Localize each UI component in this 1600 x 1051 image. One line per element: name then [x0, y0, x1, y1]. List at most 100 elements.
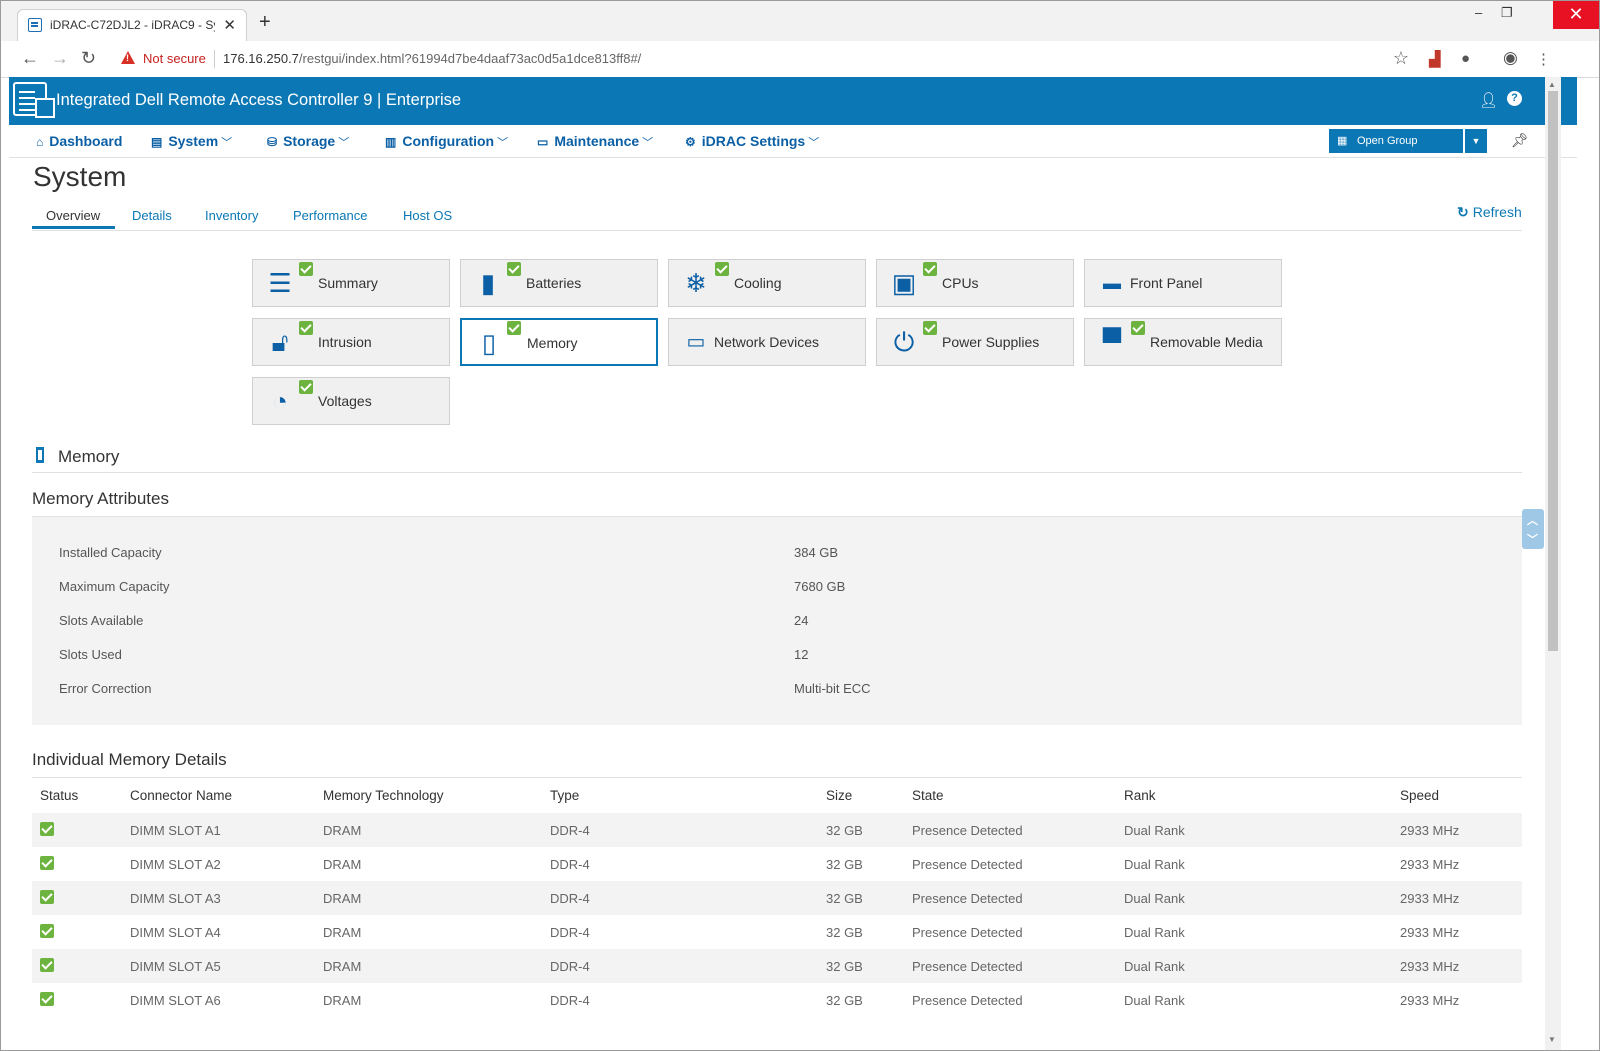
scroll-up-icon[interactable]: ︿	[1527, 512, 1538, 528]
column-header-technology[interactable]: Memory Technology	[323, 788, 444, 803]
attribute-value: Multi-bit ECC	[794, 681, 871, 696]
page-title: System	[33, 161, 127, 192]
nav-storage[interactable]: ⛁ Storage ﹀	[267, 133, 349, 150]
attribute-row: Slots Used 12	[32, 638, 1522, 672]
maximize-button[interactable]: ❐	[1501, 5, 1513, 21]
scroll-down-icon[interactable]: ﹀	[1527, 531, 1538, 547]
connector-cell: DIMM SLOT A6	[130, 993, 221, 1008]
table-row[interactable]: DIMM SLOT A5 DRAM DDR-4 32 GB Presence D…	[32, 949, 1522, 983]
status-ok-icon	[1131, 321, 1145, 335]
attributes-panel: Installed Capacity 384 GB Maximum Capaci…	[32, 516, 1522, 725]
tab-overview[interactable]: Overview	[46, 208, 100, 223]
table-row[interactable]: DIMM SLOT A2 DRAM DDR-4 32 GB Presence D…	[32, 847, 1522, 881]
column-header-type[interactable]: Type	[550, 788, 579, 803]
pin-icon[interactable]: 📌︎	[1511, 132, 1529, 149]
status-ok-icon	[923, 321, 937, 335]
help-icon[interactable]: ?	[1507, 91, 1522, 106]
status-ok-icon	[40, 822, 54, 836]
table-row[interactable]: DIMM SLOT A4 DRAM DDR-4 32 GB Presence D…	[32, 915, 1522, 949]
column-header-state[interactable]: State	[912, 788, 944, 803]
scroll-down-arrow-icon[interactable]: ▼	[1548, 1035, 1556, 1044]
menu-dots-icon[interactable]: ⋮	[1536, 50, 1551, 68]
size-cell: 32 GB	[826, 959, 863, 974]
scrollbar-thumb[interactable]	[1548, 91, 1558, 651]
open-group-manager-button[interactable]: ▦ Open Group Manager	[1329, 129, 1463, 171]
battery-icon: ▮	[480, 268, 496, 298]
tile-memory[interactable]: ▯ Memory	[460, 318, 658, 366]
tab-host-os[interactable]: Host OS	[403, 208, 452, 223]
memory-icon: ▯	[481, 328, 497, 358]
browser-tab[interactable]: iDRAC-C72DJL2 - iDRAC9 - Syste ✕	[17, 9, 247, 41]
tile-front-panel[interactable]: ▬ Front Panel	[1084, 259, 1282, 307]
window-close-button[interactable]: ✕	[1553, 1, 1599, 29]
tile-voltages[interactable]: ◔ Voltages	[252, 377, 450, 425]
tile-network-devices[interactable]: ▭ Network Devices	[668, 318, 866, 366]
forward-arrow-icon[interactable]: →	[51, 48, 69, 69]
server-icon: ▤	[151, 135, 163, 149]
profile-icon[interactable]: ◉	[1503, 48, 1518, 68]
not-secure-label[interactable]: Not secure	[143, 51, 206, 66]
extension-circle-icon[interactable]: ●	[1461, 50, 1470, 67]
divider	[32, 777, 1522, 778]
attribute-row: Installed Capacity 384 GB	[32, 536, 1522, 570]
speed-cell: 2933 MHz	[1400, 925, 1460, 940]
attribute-label: Error Correction	[59, 681, 152, 696]
tile-cooling[interactable]: ❄ Cooling	[668, 259, 866, 307]
column-header-rank[interactable]: Rank	[1124, 788, 1156, 803]
scroll-up-arrow-icon[interactable]: ▲	[1548, 80, 1556, 89]
tile-batteries[interactable]: ▮ Batteries	[460, 259, 658, 307]
rank-cell: Dual Rank	[1124, 959, 1185, 974]
tile-removable-media[interactable]: ▀ Removable Media	[1084, 318, 1282, 366]
status-ok-icon	[299, 380, 313, 394]
vertical-scrollbar[interactable]: ▲ ▼	[1545, 77, 1561, 1050]
tab-close-icon[interactable]: ✕	[223, 16, 236, 34]
status-ok-icon	[299, 321, 313, 335]
type-cell: DDR-4	[550, 993, 590, 1008]
tab-performance[interactable]: Performance	[293, 208, 367, 223]
nav-system[interactable]: ▤ System ﹀	[151, 133, 232, 150]
rank-cell: Dual Rank	[1124, 993, 1185, 1008]
status-ok-icon	[507, 321, 521, 335]
technology-cell: DRAM	[323, 823, 362, 838]
column-header-speed[interactable]: Speed	[1400, 788, 1439, 803]
connector-cell: DIMM SLOT A3	[130, 891, 221, 906]
status-ok-icon	[40, 924, 54, 938]
column-header-size[interactable]: Size	[826, 788, 852, 803]
url-text[interactable]: 176.16.250.7/restgui/index.html?61994d7b…	[223, 51, 641, 66]
table-row[interactable]: DIMM SLOT A6 DRAM DDR-4 32 GB Presence D…	[32, 983, 1522, 1017]
tile-label: Power Supplies	[942, 334, 1040, 350]
bookmark-star-icon[interactable]: ☆	[1393, 48, 1409, 69]
cpu-icon: ▣	[891, 268, 917, 298]
nav-configuration[interactable]: ▥ Configuration ﹀	[385, 133, 508, 150]
nav-label: Storage	[283, 133, 336, 149]
tile-summary[interactable]: ☰ Summary	[252, 259, 450, 307]
nav-maintenance[interactable]: ▭ Maintenance ﹀	[537, 133, 653, 150]
user-icon[interactable]: 👤︎	[1479, 91, 1498, 109]
new-tab-button[interactable]: +	[259, 12, 271, 32]
browser-window: iDRAC-C72DJL2 - iDRAC9 - Syste ✕ + – ❐ ✕…	[0, 0, 1600, 1051]
tile-cpus[interactable]: ▣ CPUs	[876, 259, 1074, 307]
tab-details[interactable]: Details	[132, 208, 172, 223]
back-arrow-icon[interactable]: ←	[21, 48, 39, 69]
reload-icon[interactable]: ↻	[81, 48, 96, 69]
table-row[interactable]: DIMM SLOT A1 DRAM DDR-4 32 GB Presence D…	[32, 813, 1522, 847]
nav-dashboard[interactable]: ⌂ Dashboard	[36, 133, 122, 149]
table-row[interactable]: DIMM SLOT A3 DRAM DDR-4 32 GB Presence D…	[32, 881, 1522, 915]
column-header-connector[interactable]: Connector Name	[130, 788, 232, 803]
minimize-button[interactable]: –	[1475, 5, 1482, 20]
pdf-extension-icon[interactable]: ▟	[1429, 50, 1441, 68]
tile-power-supplies[interactable]: ⏻ Power Supplies	[876, 318, 1074, 366]
plug-icon: ⏻	[893, 327, 915, 357]
individual-details-title: Individual Memory Details	[32, 750, 227, 769]
tile-intrusion[interactable]: 🔓︎ Intrusion	[252, 318, 450, 366]
tab-inventory[interactable]: Inventory	[205, 208, 258, 223]
rank-cell: Dual Rank	[1124, 925, 1185, 940]
column-header-status[interactable]: Status	[40, 788, 78, 803]
refresh-button[interactable]: ↻ Refresh	[1457, 204, 1522, 221]
attributes-title: Memory Attributes	[32, 489, 169, 508]
group-manager-dropdown-button[interactable]: ▼	[1465, 129, 1487, 153]
section-title: Memory	[58, 447, 120, 466]
page-scroll-nav[interactable]: ︿ ﹀	[1522, 509, 1544, 549]
url-field[interactable]: Not secure 176.16.250.7/restgui/index.ht…	[115, 46, 1419, 72]
nav-idrac-settings[interactable]: ⚙ iDRAC Settings ﹀	[685, 133, 819, 150]
